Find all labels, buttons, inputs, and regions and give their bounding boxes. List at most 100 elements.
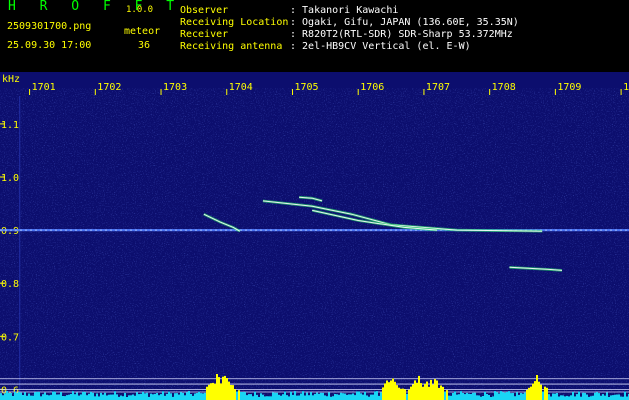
band-bar	[432, 384, 434, 400]
band-bar	[60, 392, 62, 400]
band-bar	[424, 383, 426, 400]
band-bar	[440, 385, 442, 400]
band-bar	[326, 396, 328, 400]
band-bar	[488, 395, 490, 400]
spectrogram-chart: 1701 1702 1703 1704 1705 1706 1707 1708 1709 1710…	[0, 72, 629, 400]
band-bar	[162, 391, 164, 400]
band-bar	[562, 395, 564, 400]
band-bar	[456, 394, 458, 400]
band-bar	[584, 392, 586, 400]
band-bar	[240, 392, 242, 400]
band-bar	[332, 396, 334, 400]
band-bar	[586, 394, 588, 400]
meteor-count: 36	[138, 40, 151, 51]
band-bar	[578, 391, 580, 400]
band-bar	[582, 392, 584, 400]
band-bar	[272, 392, 274, 400]
band-bar	[274, 392, 276, 400]
band-bar	[80, 394, 82, 400]
band-bar	[356, 391, 358, 400]
band-bar	[190, 394, 192, 400]
band-bar	[186, 392, 188, 400]
band-bar	[530, 386, 532, 400]
band-bar	[66, 395, 68, 400]
band-bar	[16, 392, 18, 400]
band-bar	[38, 391, 40, 400]
band-bar	[232, 385, 234, 400]
band-bar	[434, 379, 436, 400]
band-bar	[596, 392, 598, 400]
location-value: : Ogaki, Gifu, JAPAN (136.60E, 35.35N)	[290, 17, 519, 28]
band-bar	[468, 393, 470, 400]
band-bar	[20, 392, 22, 400]
band-bar	[362, 394, 364, 400]
band-bar	[292, 394, 294, 400]
band-bar	[206, 386, 208, 400]
band-bar	[528, 387, 530, 400]
band-bar	[164, 395, 166, 400]
band-bar	[386, 380, 388, 400]
band-bar	[394, 381, 396, 400]
band-bar	[320, 392, 322, 400]
band-bar	[124, 393, 126, 400]
band-bar	[224, 375, 226, 400]
header-panel: H R O F F T 1.0.0 2509301700.png meteor …	[0, 0, 629, 72]
band-bar	[30, 395, 32, 400]
band-bar	[300, 393, 302, 400]
file-name: 2509301700.png	[7, 21, 92, 32]
band-bar	[462, 393, 464, 400]
band-bar	[218, 377, 220, 400]
y-tick-label: 0.9	[1, 226, 19, 237]
band-bar	[234, 389, 236, 400]
file-datetime: 25.09.30 17:00	[7, 40, 92, 51]
band-bar	[12, 396, 14, 400]
band-bar	[36, 391, 38, 400]
band-bar	[228, 381, 230, 400]
observer-value: : Takanori Kawachi	[290, 5, 399, 16]
band-bar	[572, 391, 574, 400]
band-bar	[336, 394, 338, 400]
band-bar	[492, 396, 494, 400]
band-bar	[160, 394, 162, 400]
band-bar	[198, 391, 200, 400]
x-tick-label: 1702	[97, 82, 121, 93]
band-bar	[238, 390, 240, 400]
band-bar	[266, 396, 268, 400]
band-bar	[108, 394, 110, 400]
band-bar	[252, 396, 254, 400]
band-bar	[460, 391, 462, 400]
band-bar	[602, 394, 604, 400]
band-bar	[544, 386, 546, 400]
band-bar	[418, 375, 420, 400]
band-bar	[626, 396, 628, 400]
band-bar	[212, 382, 214, 400]
band-bar	[594, 392, 596, 400]
band-bar	[46, 394, 48, 400]
band-bar	[522, 393, 524, 400]
band-bar	[116, 394, 118, 400]
band-bar	[102, 394, 104, 400]
band-bar	[494, 391, 496, 400]
band-bar	[310, 392, 312, 400]
app-title: H R O F F T	[8, 0, 183, 14]
band-bar	[614, 394, 616, 400]
band-bar	[152, 394, 154, 400]
x-tick-label: 1707	[426, 82, 450, 93]
band-bar	[236, 391, 238, 400]
band-bar	[408, 389, 410, 400]
x-tick-label: 1705	[294, 82, 318, 93]
band-bar	[426, 381, 428, 400]
band-bar	[32, 395, 34, 400]
band-bar	[416, 382, 418, 400]
band-bar	[342, 393, 344, 400]
app-version: 1.0.0	[126, 5, 154, 15]
band-bar	[538, 381, 540, 400]
band-bar	[396, 385, 398, 400]
band-bar	[256, 394, 258, 400]
band-bar	[288, 396, 290, 400]
band-bar	[216, 374, 218, 400]
band-bar	[34, 392, 36, 400]
meteor-label: meteor	[124, 26, 161, 37]
band-bar	[178, 394, 180, 400]
band-bar	[104, 392, 106, 400]
